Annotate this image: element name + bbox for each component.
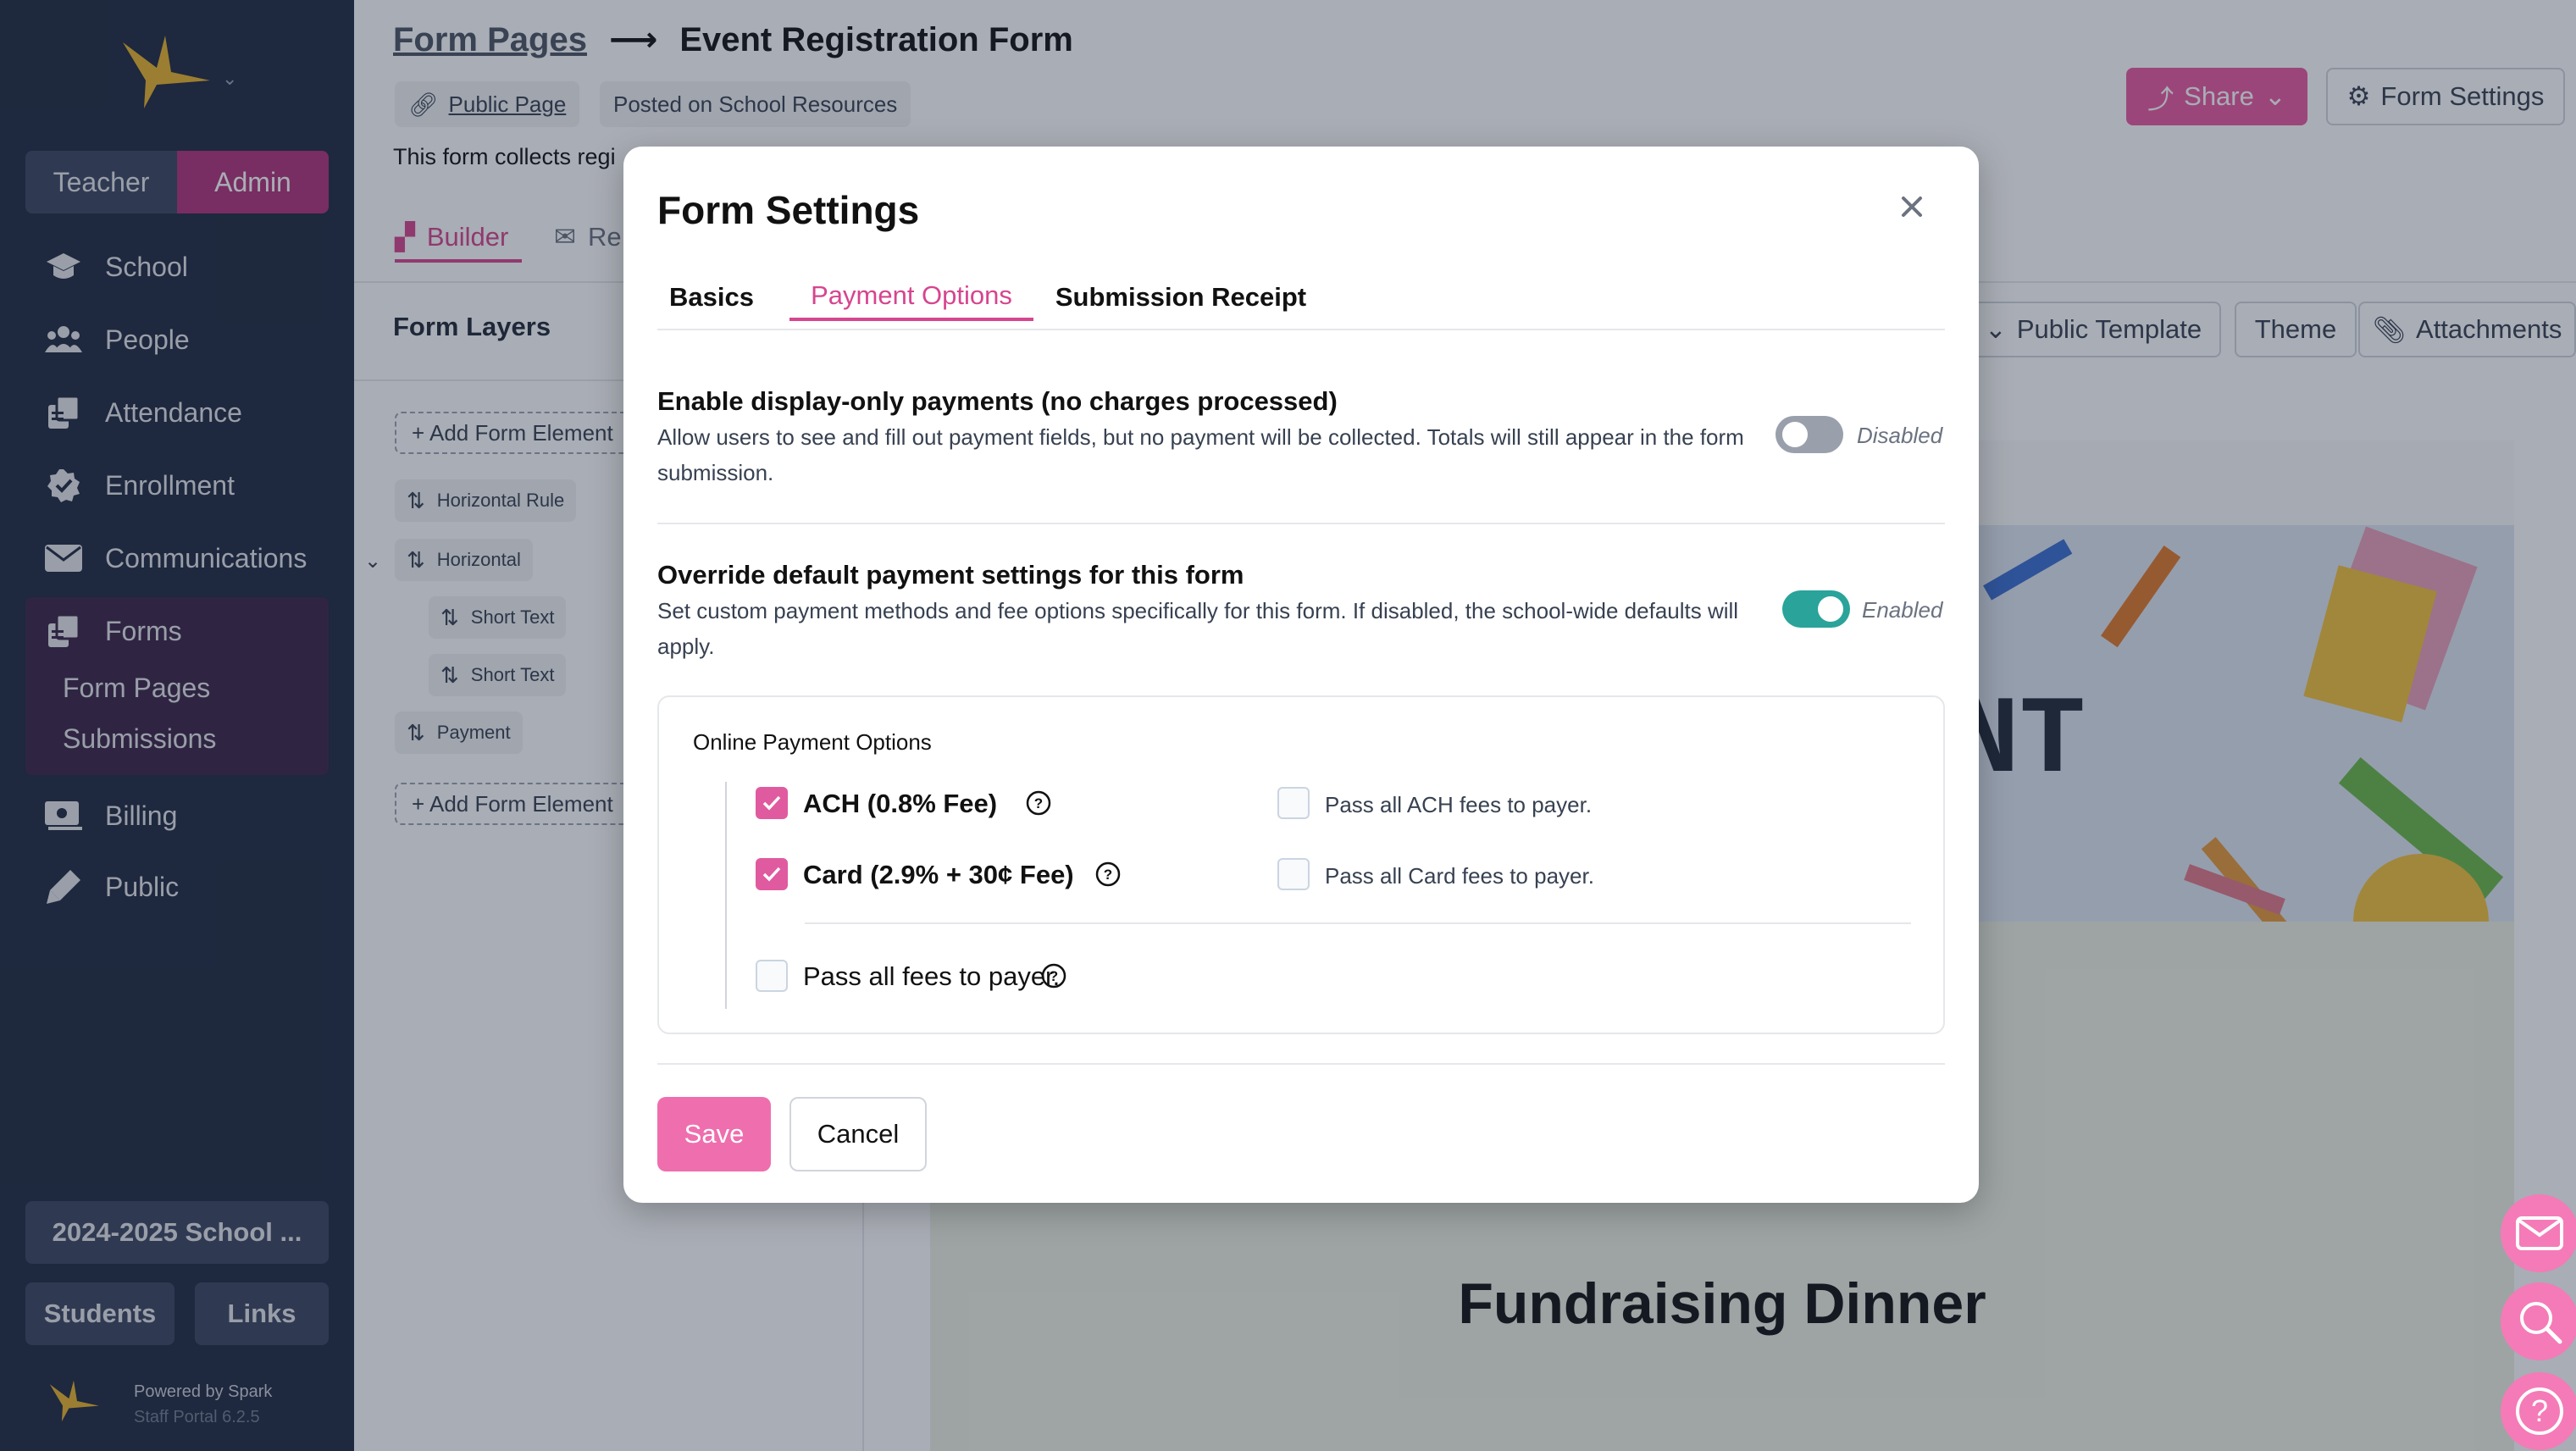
search-icon [2520, 1302, 2562, 1344]
pass-card-fees-label: Pass all Card fees to payer. [1325, 863, 1594, 889]
override-title: Override default payment settings for th… [657, 560, 1244, 590]
options-indent-line [725, 782, 727, 1009]
online-payment-options-box: Online Payment Options ACH (0.8% Fee) ? … [657, 695, 1945, 1034]
options-divider [805, 922, 1911, 924]
cancel-button[interactable]: Cancel [789, 1097, 927, 1171]
override-status: Enabled [1862, 597, 1943, 623]
pass-all-fees-checkbox[interactable] [756, 960, 788, 992]
check-icon [762, 795, 781, 811]
display-only-status: Disabled [1857, 423, 1943, 448]
online-payment-options-title: Online Payment Options [693, 729, 932, 755]
save-button[interactable]: Save [657, 1097, 771, 1171]
close-icon[interactable] [1891, 186, 1933, 228]
check-icon [762, 867, 781, 882]
display-only-title: Enable display-only payments (no charges… [657, 386, 1338, 416]
display-only-toggle[interactable] [1776, 416, 1843, 453]
envelope-icon [2516, 1216, 2563, 1250]
pass-all-fees-label: Pass all fees to payer. [803, 961, 1061, 991]
help-circle-icon: ? [2516, 1387, 2563, 1435]
pass-card-fees-checkbox[interactable] [1277, 858, 1310, 890]
pass-ach-fees-checkbox[interactable] [1277, 787, 1310, 819]
override-toggle[interactable] [1782, 590, 1850, 628]
override-description: Set custom payment methods and fee optio… [657, 598, 1739, 659]
tabs-divider [657, 329, 1945, 330]
help-circle-icon[interactable]: ? [1025, 789, 1052, 817]
svg-text:?: ? [1050, 968, 1058, 984]
toggle-knob [1782, 422, 1808, 447]
message-fab[interactable] [2501, 1194, 2576, 1272]
ach-label: ACH (0.8% Fee) [803, 789, 998, 818]
svg-text:?: ? [1034, 795, 1043, 811]
svg-text:?: ? [2531, 1393, 2548, 1428]
ach-checkbox[interactable] [756, 787, 788, 819]
help-circle-icon[interactable]: ? [1094, 861, 1122, 888]
help-fab[interactable]: ? [2501, 1372, 2576, 1450]
tab-basics[interactable]: Basics [657, 274, 766, 321]
toggle-knob [1818, 596, 1843, 622]
tab-submission-receipt[interactable]: Submission Receipt [1054, 274, 1308, 321]
card-checkbox[interactable] [756, 858, 788, 890]
footer-divider [657, 1063, 1945, 1065]
help-circle-icon[interactable]: ? [1040, 962, 1067, 989]
section-divider [657, 523, 1945, 524]
svg-text:?: ? [1104, 867, 1112, 883]
display-only-description: Allow users to see and fill out payment … [657, 424, 1744, 485]
search-fab[interactable] [2501, 1282, 2576, 1360]
modal-title: Form Settings [657, 188, 920, 232]
form-settings-modal: Form Settings Basics Payment Options Sub… [623, 147, 1979, 1203]
pass-ach-fees-label: Pass all ACH fees to payer. [1325, 792, 1593, 817]
tab-payment-options[interactable]: Payment Options [789, 274, 1033, 321]
card-label: Card (2.9% + 30¢ Fee) [803, 860, 1074, 889]
